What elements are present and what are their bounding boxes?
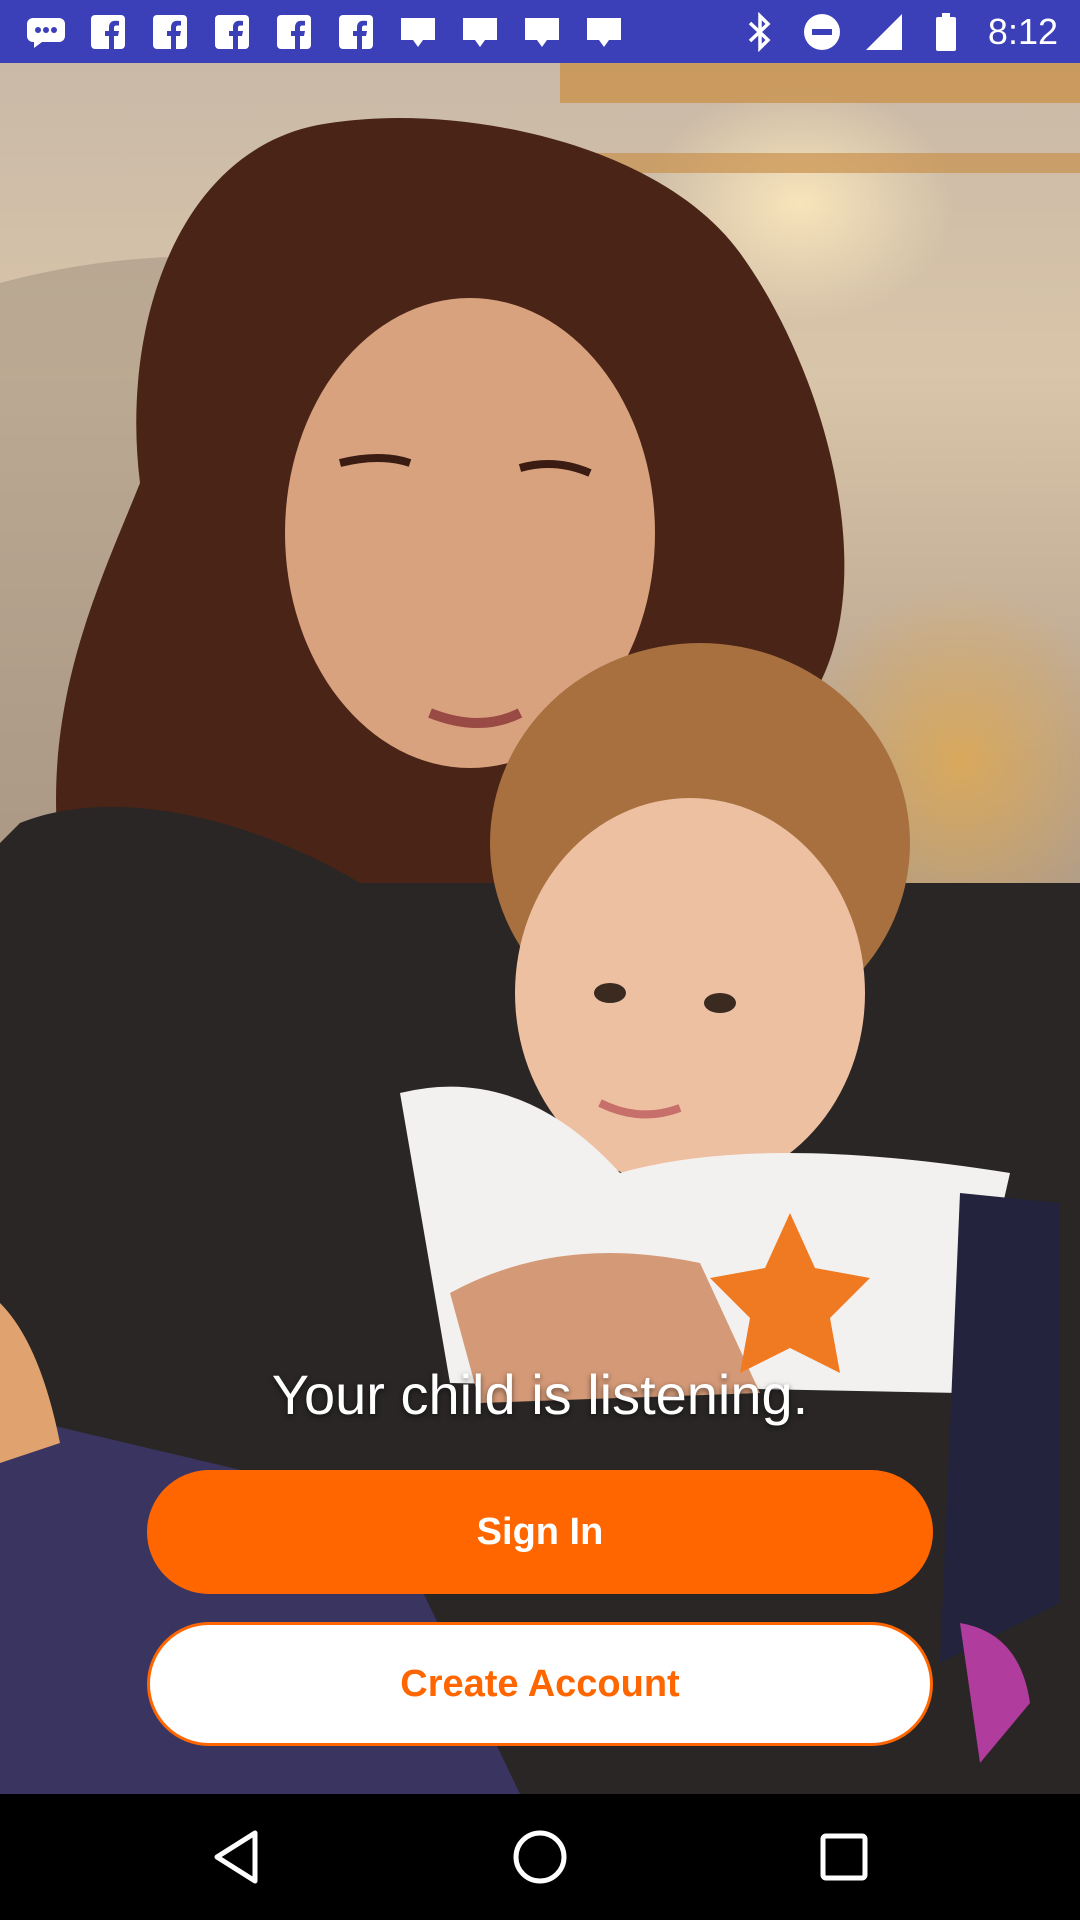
tag-icon	[398, 12, 438, 52]
tagline: Your child is listening.	[271, 1363, 809, 1426]
clock: 8:12	[987, 10, 1058, 52]
bluetooth-icon	[740, 11, 780, 52]
recents-icon[interactable]	[814, 1827, 874, 1887]
battery-icon	[926, 12, 966, 52]
facebook-icon	[150, 12, 190, 52]
facebook-icon	[88, 12, 128, 52]
tag-icon	[584, 12, 624, 52]
facebook-icon	[212, 12, 252, 52]
create-account-button[interactable]: Create Account	[147, 1622, 933, 1746]
status-bar: 8:12	[0, 0, 1080, 63]
navigation-bar	[0, 1794, 1080, 1920]
tag-icon	[522, 12, 562, 52]
do-not-disturb-icon	[802, 12, 842, 52]
tag-icon	[460, 12, 500, 52]
notification-icons	[0, 12, 624, 52]
home-icon[interactable]	[510, 1827, 570, 1887]
back-icon[interactable]	[206, 1827, 266, 1887]
facebook-icon	[336, 12, 376, 52]
signal-icon	[864, 12, 904, 52]
facebook-icon	[274, 12, 314, 52]
chat-bubble-icon	[26, 12, 66, 52]
system-icons: 8:12	[740, 11, 1080, 53]
sign-in-button[interactable]: Sign In	[147, 1470, 933, 1594]
